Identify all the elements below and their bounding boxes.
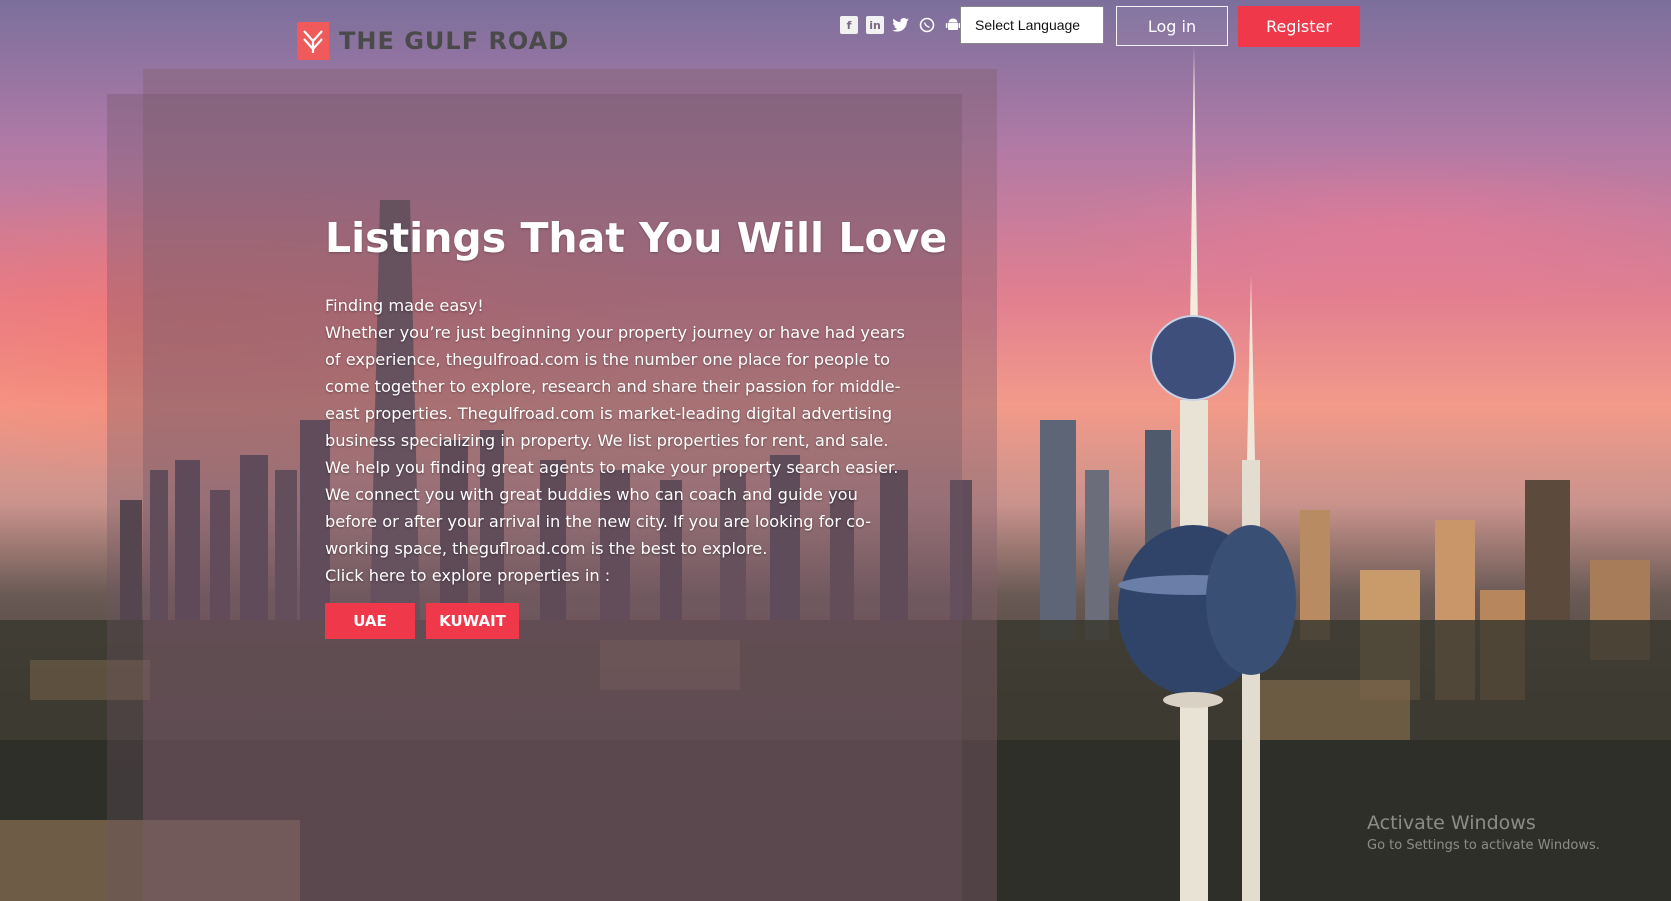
register-button[interactable]: Register bbox=[1238, 6, 1360, 47]
social-links: f in bbox=[840, 16, 962, 34]
hero-headline: Listings That You Will Love bbox=[325, 214, 948, 262]
site-logo[interactable]: THE GULF ROAD bbox=[297, 22, 569, 60]
logo-text: THE GULF ROAD bbox=[339, 27, 570, 55]
hero-intro: Finding made easy! bbox=[325, 296, 484, 315]
facebook-icon[interactable]: f bbox=[840, 16, 858, 34]
windows-activation-watermark: Activate Windows Go to Settings to activ… bbox=[1367, 812, 1600, 853]
language-select[interactable]: Select Language bbox=[960, 6, 1104, 44]
country-buttons: UAE KUWAIT bbox=[325, 603, 519, 639]
watermark-subtitle: Go to Settings to activate Windows. bbox=[1367, 838, 1600, 853]
watermark-title: Activate Windows bbox=[1367, 812, 1536, 834]
hero-cta-prompt: Click here to explore properties in : bbox=[325, 566, 611, 585]
hero-copy: Finding made easy! Whether you’re just b… bbox=[325, 292, 905, 589]
kuwait-button[interactable]: KUWAIT bbox=[426, 603, 519, 639]
uae-button[interactable]: UAE bbox=[325, 603, 415, 639]
whatsapp-icon[interactable] bbox=[918, 16, 936, 34]
login-button[interactable]: Log in bbox=[1116, 6, 1228, 46]
hero-body: Whether you’re just beginning your prope… bbox=[325, 323, 905, 558]
twitter-icon[interactable] bbox=[892, 16, 910, 34]
logo-icon bbox=[297, 22, 329, 60]
linkedin-icon[interactable]: in bbox=[866, 16, 884, 34]
